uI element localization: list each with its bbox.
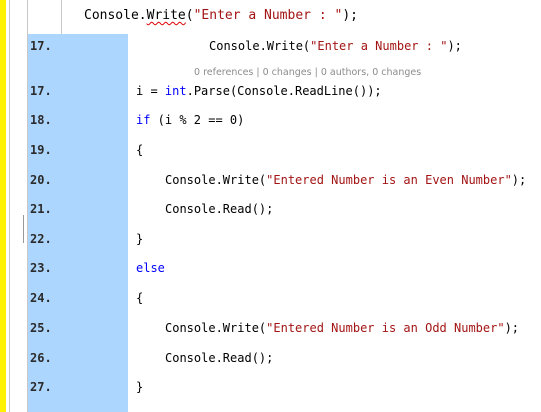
keyword: else bbox=[136, 261, 165, 275]
code-token: ); bbox=[511, 173, 527, 187]
line-number: 24. bbox=[30, 291, 52, 305]
code-line[interactable]: else bbox=[136, 258, 165, 278]
keyword: if bbox=[136, 113, 151, 127]
code-token: Console. bbox=[84, 8, 147, 23]
line-number: 21. bbox=[30, 202, 52, 216]
code-line[interactable]: Console.Read(); bbox=[165, 199, 273, 219]
line-number: 26. bbox=[30, 351, 52, 365]
line-number: 19. bbox=[30, 143, 52, 157]
codelens-info[interactable]: 0 references | 0 changes | 0 authors, 0 … bbox=[194, 66, 421, 80]
code-token: ); bbox=[447, 39, 462, 53]
string-literal: "Entered Number is an Odd Number" bbox=[266, 321, 505, 335]
string-literal: "Entered Number is an Even Number" bbox=[266, 173, 512, 187]
code-token: Console.Write( bbox=[165, 321, 267, 335]
outline-guide bbox=[23, 215, 24, 243]
code-token: i = bbox=[136, 84, 165, 98]
line-number: 18. bbox=[30, 113, 52, 127]
code-token: ); bbox=[342, 8, 358, 23]
code-token: ( bbox=[185, 8, 194, 23]
code-line[interactable]: Console.Write("Enter a Number : "); bbox=[209, 36, 462, 56]
code-line-top[interactable]: Console.Write("Enter a Number : "); bbox=[84, 3, 358, 29]
code-line[interactable]: Console.Read(); bbox=[165, 348, 273, 368]
code-token: Write bbox=[146, 8, 186, 23]
keyword: int bbox=[164, 84, 187, 98]
code-line[interactable]: Console.Write("Entered Number is an Even… bbox=[165, 170, 526, 190]
line-number: 17. bbox=[30, 39, 52, 53]
code-line[interactable]: { bbox=[136, 140, 143, 160]
line-number: 23. bbox=[30, 261, 52, 275]
code-line[interactable]: Console.Write("Entered Number is an Odd … bbox=[165, 318, 519, 338]
code-line[interactable]: } bbox=[136, 377, 143, 397]
line-number: 17. bbox=[30, 84, 52, 98]
string-literal: "Enter a Number : " bbox=[310, 39, 448, 53]
string-literal: "Enter a Number : " bbox=[193, 8, 343, 23]
code-line[interactable]: } bbox=[136, 229, 143, 249]
change-indicator-bar bbox=[0, 0, 6, 412]
line-number: 27. bbox=[30, 380, 52, 394]
code-line[interactable]: i = int.Parse(Console.ReadLine()); bbox=[136, 81, 382, 101]
code-token: (i % 2 == 0) bbox=[150, 113, 245, 127]
code-token: Console.Write( bbox=[209, 39, 311, 53]
code-line[interactable]: if (i % 2 == 0) bbox=[136, 110, 244, 130]
code-token: .Parse(Console.ReadLine()); bbox=[186, 84, 382, 98]
line-number: 20. bbox=[30, 173, 52, 187]
code-token: ); bbox=[504, 321, 520, 335]
line-number: 25. bbox=[30, 321, 52, 335]
line-number: 22. bbox=[30, 232, 52, 246]
code-token: Console.Write( bbox=[165, 173, 267, 187]
code-line[interactable]: { bbox=[136, 288, 143, 308]
margin-divider bbox=[9, 0, 10, 412]
